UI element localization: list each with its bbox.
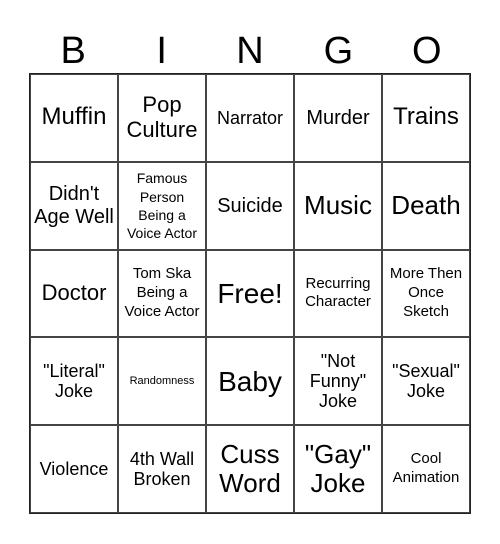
bingo-cell[interactable]: 4th Wall Broken: [118, 425, 206, 513]
bingo-cell[interactable]: Music: [294, 161, 382, 250]
bingo-cell[interactable]: Pop Culture: [118, 74, 206, 162]
bingo-grid: Muffin Pop Culture Narrator Murder Train…: [29, 73, 471, 514]
bingo-cell[interactable]: "Literal" Joke: [30, 337, 118, 426]
bingo-cell[interactable]: Murder: [294, 74, 382, 162]
bingo-cell[interactable]: Muffin: [30, 74, 118, 162]
bingo-cell[interactable]: Narrator: [206, 74, 294, 162]
bingo-cell[interactable]: Didn't Age Well: [30, 161, 118, 250]
bingo-cell[interactable]: Doctor: [30, 249, 118, 338]
bingo-cell[interactable]: Violence: [30, 425, 118, 513]
bingo-cell[interactable]: Baby: [206, 337, 294, 426]
bingo-cell[interactable]: Death: [382, 161, 470, 250]
bingo-cell[interactable]: Tom Ska Being a Voice Actor: [118, 249, 206, 338]
bingo-cell[interactable]: Recurring Character: [294, 249, 382, 338]
bingo-cell[interactable]: More Then Once Sketch: [382, 249, 470, 338]
header-letter-i: I: [156, 30, 167, 72]
bingo-cell[interactable]: Famous Person Being a Voice Actor: [118, 161, 206, 250]
bingo-cell[interactable]: Cool Animation: [382, 425, 470, 513]
header-letter-g: G: [323, 30, 354, 72]
bingo-cell[interactable]: Cuss Word: [206, 425, 294, 513]
bingo-cell[interactable]: Trains: [382, 74, 470, 162]
bingo-header: B I N G O: [29, 30, 471, 73]
header-letter-o: O: [412, 30, 442, 72]
header-letter-n: N: [236, 30, 264, 72]
bingo-cell[interactable]: "Sexual" Joke: [382, 337, 470, 426]
bingo-cell[interactable]: "Gay" Joke: [294, 425, 382, 513]
free-space[interactable]: Free!: [206, 249, 294, 338]
bingo-cell[interactable]: Randomness: [118, 337, 206, 426]
bingo-cell[interactable]: Suicide: [206, 161, 294, 250]
bingo-cell[interactable]: "Not Funny" Joke: [294, 337, 382, 426]
header-letter-b: B: [60, 30, 86, 72]
